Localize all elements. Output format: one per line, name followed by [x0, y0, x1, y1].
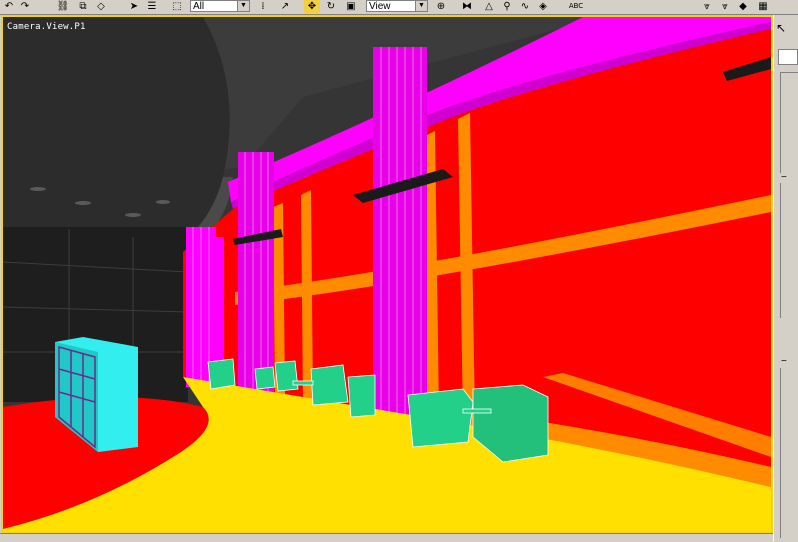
chevron-down-icon: ▼	[237, 1, 249, 11]
unlink-icon[interactable]: ⧉	[76, 0, 90, 13]
viewport-label[interactable]: Camera.View.P1	[7, 22, 86, 32]
material-editor-icon[interactable]: ◈	[536, 0, 550, 13]
column	[238, 152, 274, 397]
chair	[274, 360, 299, 392]
window-crossing-icon[interactable]: ⁞	[256, 0, 270, 13]
side-table	[462, 408, 492, 414]
selection-filter-value: All	[193, 1, 205, 12]
panel-input-field[interactable]	[778, 49, 798, 65]
undo-icon[interactable]: ↶	[2, 0, 16, 13]
select-by-name-icon[interactable]: ☰	[146, 0, 158, 13]
scale-icon[interactable]: ▣	[344, 0, 358, 13]
panel-rollout	[780, 72, 798, 173]
chevron-down-icon: ▼	[415, 1, 427, 11]
mirror-icon[interactable]: ⧓	[460, 0, 474, 13]
ceiling-light	[156, 200, 170, 204]
reference-coordinate-value: View	[369, 1, 391, 12]
ceiling-light	[75, 201, 91, 205]
link-icon[interactable]: ⛓	[56, 0, 70, 13]
camera-viewport[interactable]: Camera.View.P1	[1, 15, 773, 534]
abc-label: ABC	[568, 2, 584, 10]
ceiling-light	[30, 187, 46, 191]
pointer-icon[interactable]: ↖	[776, 21, 786, 35]
selection-region-icon[interactable]: ⬚	[170, 0, 184, 13]
spelling-abc-icon[interactable]: ABC	[566, 0, 586, 13]
pivot-center-icon[interactable]: ⊕	[434, 0, 448, 13]
render-scene-icon[interactable]: ⩔	[700, 0, 714, 13]
curve-editor-icon[interactable]: ∿	[518, 0, 532, 13]
render-last-icon[interactable]: ◆	[736, 0, 750, 13]
selection-filter-dropdown[interactable]: All ▼	[190, 0, 250, 12]
main-toolbar: ↶ ↷ ⛓ ⧉ ◇ ➤ ☰ ⬚ All ▼ ⁞ ↗ ✥ ↻ ▣ View ▼ ⊕…	[0, 0, 798, 15]
panel-rollout	[780, 183, 798, 318]
chair	[207, 358, 236, 390]
select-and-move-icon[interactable]: ↗	[278, 0, 292, 13]
align-icon[interactable]: △	[482, 0, 496, 13]
collapse-rollout-icon[interactable]: −	[781, 357, 787, 367]
reference-coordinate-dropdown[interactable]: View ▼	[366, 0, 428, 12]
chair	[254, 366, 276, 390]
move-icon[interactable]: ✥	[304, 0, 320, 13]
scene-render	[3, 17, 771, 532]
redo-icon[interactable]: ↷	[18, 0, 32, 13]
chair	[347, 374, 376, 418]
select-object-icon[interactable]: ➤	[128, 0, 140, 13]
panel-rollout	[780, 368, 798, 538]
quick-render-icon[interactable]: ⩔	[718, 0, 732, 13]
side-table	[292, 380, 314, 386]
normal-align-icon[interactable]: ⚲	[500, 0, 514, 13]
command-panel: ↖ − −	[773, 15, 798, 541]
bind-space-warp-icon[interactable]: ◇	[94, 0, 108, 13]
panel-toggle-icon[interactable]: ▦	[756, 0, 770, 13]
ceiling-soffit	[3, 17, 230, 242]
chair	[407, 388, 474, 448]
ceiling-light	[125, 213, 141, 217]
collapse-rollout-icon[interactable]: −	[781, 173, 787, 183]
chair	[310, 364, 349, 406]
rotate-icon[interactable]: ↻	[324, 0, 338, 13]
